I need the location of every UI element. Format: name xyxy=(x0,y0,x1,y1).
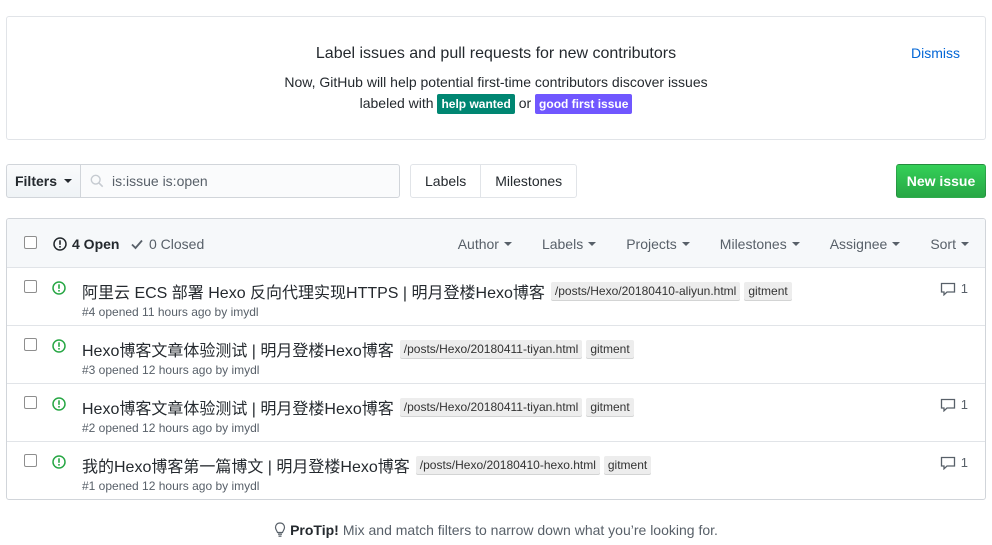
issue-checkbox[interactable] xyxy=(24,454,37,467)
issue-opened-icon xyxy=(52,455,66,469)
banner-desc-line2: labeled with help wanted or good first i… xyxy=(7,93,985,114)
issue-opened-icon xyxy=(52,397,66,411)
search-icon xyxy=(90,174,104,188)
chevron-down-icon xyxy=(64,179,72,183)
issue-title-row: Hexo博客文章体验测试 | 明月登楼Hexo博客 /posts/Hexo/20… xyxy=(82,337,634,361)
banner-desc-line1: Now, GitHub will help potential first-ti… xyxy=(284,74,708,90)
issues-list: 4 Open 0 Closed Author Labels Projects M… xyxy=(6,218,986,500)
issue-title-link[interactable]: Hexo博客文章体验测试 | 明月登楼Hexo博客 xyxy=(82,337,394,361)
milestones-filter-label: Milestones xyxy=(719,236,787,252)
issue-gitment-label[interactable]: gitment xyxy=(603,455,652,475)
chevron-down-icon xyxy=(681,242,690,246)
search-box[interactable] xyxy=(80,164,400,198)
issue-checkbox[interactable] xyxy=(24,338,37,351)
projects-filter-label: Projects xyxy=(626,236,677,252)
filters-label: Filters xyxy=(14,173,57,189)
comment-icon xyxy=(940,398,955,412)
issue-title-row: Hexo博客文章体验测试 | 明月登楼Hexo博客 /posts/Hexo/20… xyxy=(82,395,634,419)
comment-icon xyxy=(940,282,955,296)
issue-comment-count: 1 xyxy=(960,281,968,296)
issue-path-label[interactable]: /posts/Hexo/20180411-tiyan.html xyxy=(399,397,583,417)
issue-gitment-label[interactable]: gitment xyxy=(744,281,792,301)
issue-comments-link[interactable]: 1 xyxy=(940,397,968,412)
open-count: 4 Open xyxy=(72,236,120,252)
issue-path-label[interactable]: /posts/Hexo/20180410-aliyun.html xyxy=(550,281,741,301)
issue-title-row: 阿里云 ECS 部署 Hexo 反向代理实现HTTPS | 明月登楼Hexo博客… xyxy=(82,279,792,303)
projects-filter[interactable]: Projects xyxy=(626,236,690,252)
protip: ProTip! Mix and match filters to narrow … xyxy=(0,522,992,538)
issue-title-link[interactable]: 我的Hexo博客第一篇博文 | 明月登楼Hexo博客 xyxy=(82,453,410,477)
new-issue-button[interactable]: New issue xyxy=(896,164,986,198)
issue-meta: #1 opened 12 hours ago by imydl xyxy=(82,479,260,493)
chevron-down-icon xyxy=(791,242,800,246)
issue-checkbox[interactable] xyxy=(24,280,37,293)
open-issues-tab[interactable]: 4 Open xyxy=(53,236,119,252)
sort-filter-label: Sort xyxy=(930,236,956,252)
labels-milestones-nav: Labels Milestones xyxy=(410,164,578,198)
good-first-issue-label[interactable]: good first issue xyxy=(535,94,633,114)
issue-opened-icon xyxy=(52,281,66,295)
issue-row: Hexo博客文章体验测试 | 明月登楼Hexo博客 /posts/Hexo/20… xyxy=(7,384,985,442)
issue-row: Hexo博客文章体验测试 | 明月登楼Hexo博客 /posts/Hexo/20… xyxy=(7,326,985,384)
issue-gitment-label[interactable]: gitment xyxy=(586,339,634,359)
protip-bold: ProTip! xyxy=(290,522,339,538)
comment-icon xyxy=(940,456,955,470)
issue-opened-icon xyxy=(53,237,67,251)
closed-count: 0 Closed xyxy=(149,236,205,252)
issue-row: 阿里云 ECS 部署 Hexo 反向代理实现HTTPS | 明月登楼Hexo博客… xyxy=(7,268,985,326)
filters-button[interactable]: Filters xyxy=(6,164,81,198)
select-all-checkbox[interactable] xyxy=(24,236,37,249)
issue-comments-link[interactable]: 1 xyxy=(940,455,968,470)
milestones-link[interactable]: Milestones xyxy=(480,165,576,197)
help-wanted-label[interactable]: help wanted xyxy=(437,94,515,114)
milestones-filter[interactable]: Milestones xyxy=(720,236,800,252)
chevron-down-icon xyxy=(588,242,597,246)
issue-opened-icon xyxy=(52,339,66,353)
check-icon xyxy=(131,239,143,250)
labels-link[interactable]: Labels xyxy=(411,165,480,197)
banner-description: Now, GitHub will help potential first-ti… xyxy=(7,72,985,114)
issue-row: 我的Hexo博客第一篇博文 | 明月登楼Hexo博客 /posts/Hexo/2… xyxy=(7,442,985,499)
issue-title-link[interactable]: 阿里云 ECS 部署 Hexo 反向代理实现HTTPS | 明月登楼Hexo博客 xyxy=(82,279,545,303)
protip-text: Mix and match filters to narrow down wha… xyxy=(342,522,718,538)
issue-comment-count: 1 xyxy=(960,455,968,470)
chevron-down-icon xyxy=(503,242,512,246)
chevron-down-icon xyxy=(961,242,969,246)
issue-meta: #2 opened 12 hours ago by imydl xyxy=(82,421,260,435)
issue-gitment-label[interactable]: gitment xyxy=(586,397,634,417)
sort-filter[interactable]: Sort xyxy=(930,236,969,252)
issue-checkbox[interactable] xyxy=(24,396,37,409)
issue-meta: #3 opened 12 hours ago by imydl xyxy=(82,363,260,377)
issue-sorters: Author Labels Projects Milestones Assign… xyxy=(458,236,969,252)
dismiss-button[interactable]: Dismiss xyxy=(911,45,960,61)
author-filter[interactable]: Author xyxy=(458,236,512,252)
labels-filter[interactable]: Labels xyxy=(541,236,597,252)
search-input[interactable] xyxy=(112,173,382,189)
issue-comments-link[interactable]: 1 xyxy=(940,281,968,296)
banner-title: Label issues and pull requests for new c… xyxy=(315,45,677,62)
issue-title-link[interactable]: Hexo博客文章体验测试 | 明月登楼Hexo博客 xyxy=(82,395,394,419)
issue-meta: #4 opened 11 hours ago by imydl xyxy=(82,305,259,319)
chevron-down-icon xyxy=(892,242,901,246)
banner-desc-prefix: labeled with xyxy=(359,95,434,111)
issue-comment-count: 1 xyxy=(960,397,968,412)
issues-list-header: 4 Open 0 Closed Author Labels Projects M… xyxy=(7,219,985,268)
new-contributors-banner: Label issues and pull requests for new c… xyxy=(6,16,986,140)
lightbulb-icon xyxy=(274,522,286,537)
issues-toolbar: Filters Labels Milestones New issue xyxy=(6,164,986,198)
author-filter-label: Author xyxy=(457,236,499,252)
issue-path-label[interactable]: /posts/Hexo/20180410-hexo.html xyxy=(415,455,600,475)
closed-issues-tab[interactable]: 0 Closed xyxy=(131,236,204,252)
assignee-filter[interactable]: Assignee xyxy=(830,236,901,252)
banner-or-text: or xyxy=(518,95,532,111)
issue-title-row: 我的Hexo博客第一篇博文 | 明月登楼Hexo博客 /posts/Hexo/2… xyxy=(82,453,652,477)
issue-path-label[interactable]: /posts/Hexo/20180411-tiyan.html xyxy=(399,339,583,359)
assignee-filter-label: Assignee xyxy=(829,236,888,252)
labels-filter-label: Labels xyxy=(541,236,584,252)
